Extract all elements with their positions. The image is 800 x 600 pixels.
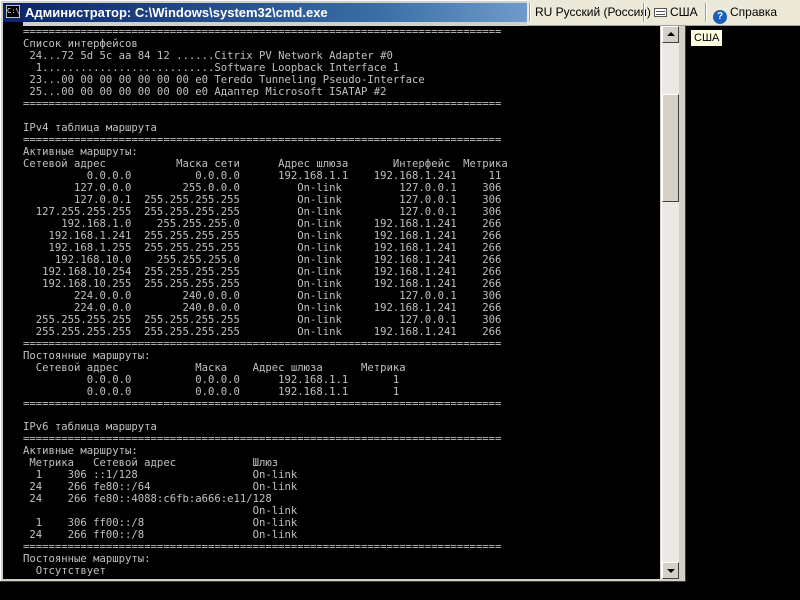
console-line: Постоянные маршруты: [23,553,151,566]
console-line: 0.0.0.0 0.0.0.0 192.168.1.1 1 [23,385,400,398]
console-line: 255.255.255.255 255.255.255.255 On-link … [23,313,502,326]
console-line: 0.0.0.0 0.0.0.0 192.168.1.1 1 [23,373,400,386]
console-line: Метрика Сетевой адрес Шлюз [23,457,279,470]
console-line: 224.0.0.0 240.0.0.0 On-link 127.0.0.1 30… [23,289,502,302]
arrow-up-icon [667,32,675,36]
console-line: IPv4 таблица маршрута [23,121,157,134]
console-line: Активные маршруты: [23,145,138,158]
console-line: 192.168.1.255 255.255.255.255 On-link 19… [23,241,502,254]
console-line: Отсутствует [23,565,106,578]
console-output-text: ========================================… [23,26,660,577]
help-button[interactable]: ? Справка [710,3,780,24]
layout-tooltip: США [690,29,724,47]
scroll-down-button[interactable] [662,562,679,579]
arrow-down-icon [667,569,675,573]
window-title: Администратор: C:\Windows\system32\cmd.e… [25,5,328,20]
console-line: 25...00 00 00 00 00 00 00 e0 Адаптер Mic… [23,85,387,98]
console-line: 23...00 00 00 00 00 00 00 e0 Teredo Tunn… [23,73,425,86]
keyboard-layout-button[interactable]: США [651,3,701,22]
console-line: 24 266 fe80::/64 On-link [23,481,298,494]
console-line: ========================================… [23,433,502,446]
console-line: 0.0.0.0 0.0.0.0 192.168.1.1 192.168.1.24… [23,169,502,182]
console-line: 192.168.10.255 255.255.255.255 On-link 1… [23,277,502,290]
console-line: Сетевой адрес Маска сети Адрес шлюза Инт… [23,157,508,170]
keyboard-icon [654,8,667,17]
help-label: Справка [730,5,778,19]
keyboard-layout-label: США [670,5,698,19]
console-line: ========================================… [23,26,502,38]
console-line: 24...72 5d 5c aa 84 12 ......Citrix PV N… [23,49,393,62]
console-line: 192.168.10.0 255.255.255.0 On-link 192.1… [23,253,502,266]
console-line: 255.255.255.255 255.255.255.255 On-link … [23,325,502,338]
console-line: On-link [23,505,298,518]
langbar-separator [643,3,644,22]
console-line: 192.168.1.0 255.255.255.0 On-link 192.16… [23,217,502,230]
console-output-area[interactable]: ========================================… [23,26,660,579]
console-app-icon[interactable]: C:\ [6,5,20,18]
console-line: Сетевой адрес Маска Адрес шлюза Метрика [23,361,406,374]
console-line: 192.168.10.254 255.255.255.255 On-link 1… [23,265,502,278]
console-line: 24 266 fe80::4088:c6fb:a666:e11/128 [23,493,272,506]
cmd-window: C:\ Администратор: C:\Windows\system32\c… [0,0,686,582]
console-line: 1 306 ::1/128 On-link [23,469,298,482]
help-icon: ? [713,10,727,24]
console-line: 1 306 ff00::/8 On-link [23,517,298,530]
console-line: 192.168.1.241 255.255.255.255 On-link 19… [23,229,502,242]
console-line: 1...........................Software Loo… [23,61,400,74]
console-line: Активные маршруты: [23,445,138,458]
console-line: Список интерфейсов [23,37,138,50]
scroll-up-button[interactable] [662,26,679,43]
console-line: 127.0.0.1 255.255.255.255 On-link 127.0.… [23,193,502,206]
langbar-separator [705,3,706,22]
language-selector[interactable]: RU Русский (Россия) [532,3,654,22]
desktop-background [686,26,800,600]
console-line: ========================================… [23,541,502,554]
language-bar: RU Русский (Россия) США ? Справка [527,0,800,26]
console-line: 224.0.0.0 240.0.0.0 On-link 192.168.1.24… [23,301,502,314]
console-line: 127.255.255.255 255.255.255.255 On-link … [23,205,502,218]
console-line: Постоянные маршруты: [23,349,151,362]
console-line: 24 266 ff00::/8 On-link [23,529,298,542]
console-line: ========================================… [23,397,502,410]
console-line: ========================================… [23,133,502,146]
console-line: ========================================… [23,97,502,110]
console-line: IPv6 таблица маршрута [23,421,157,434]
scrollbar-thumb[interactable] [662,94,679,202]
console-line: ========================================… [23,337,502,350]
console-line: 127.0.0.0 255.0.0.0 On-link 127.0.0.1 30… [23,181,502,194]
vertical-scrollbar[interactable] [661,26,679,579]
console-left-margin [3,22,23,579]
desktop-background-bottom [0,582,686,600]
langbar-separator [529,3,530,22]
